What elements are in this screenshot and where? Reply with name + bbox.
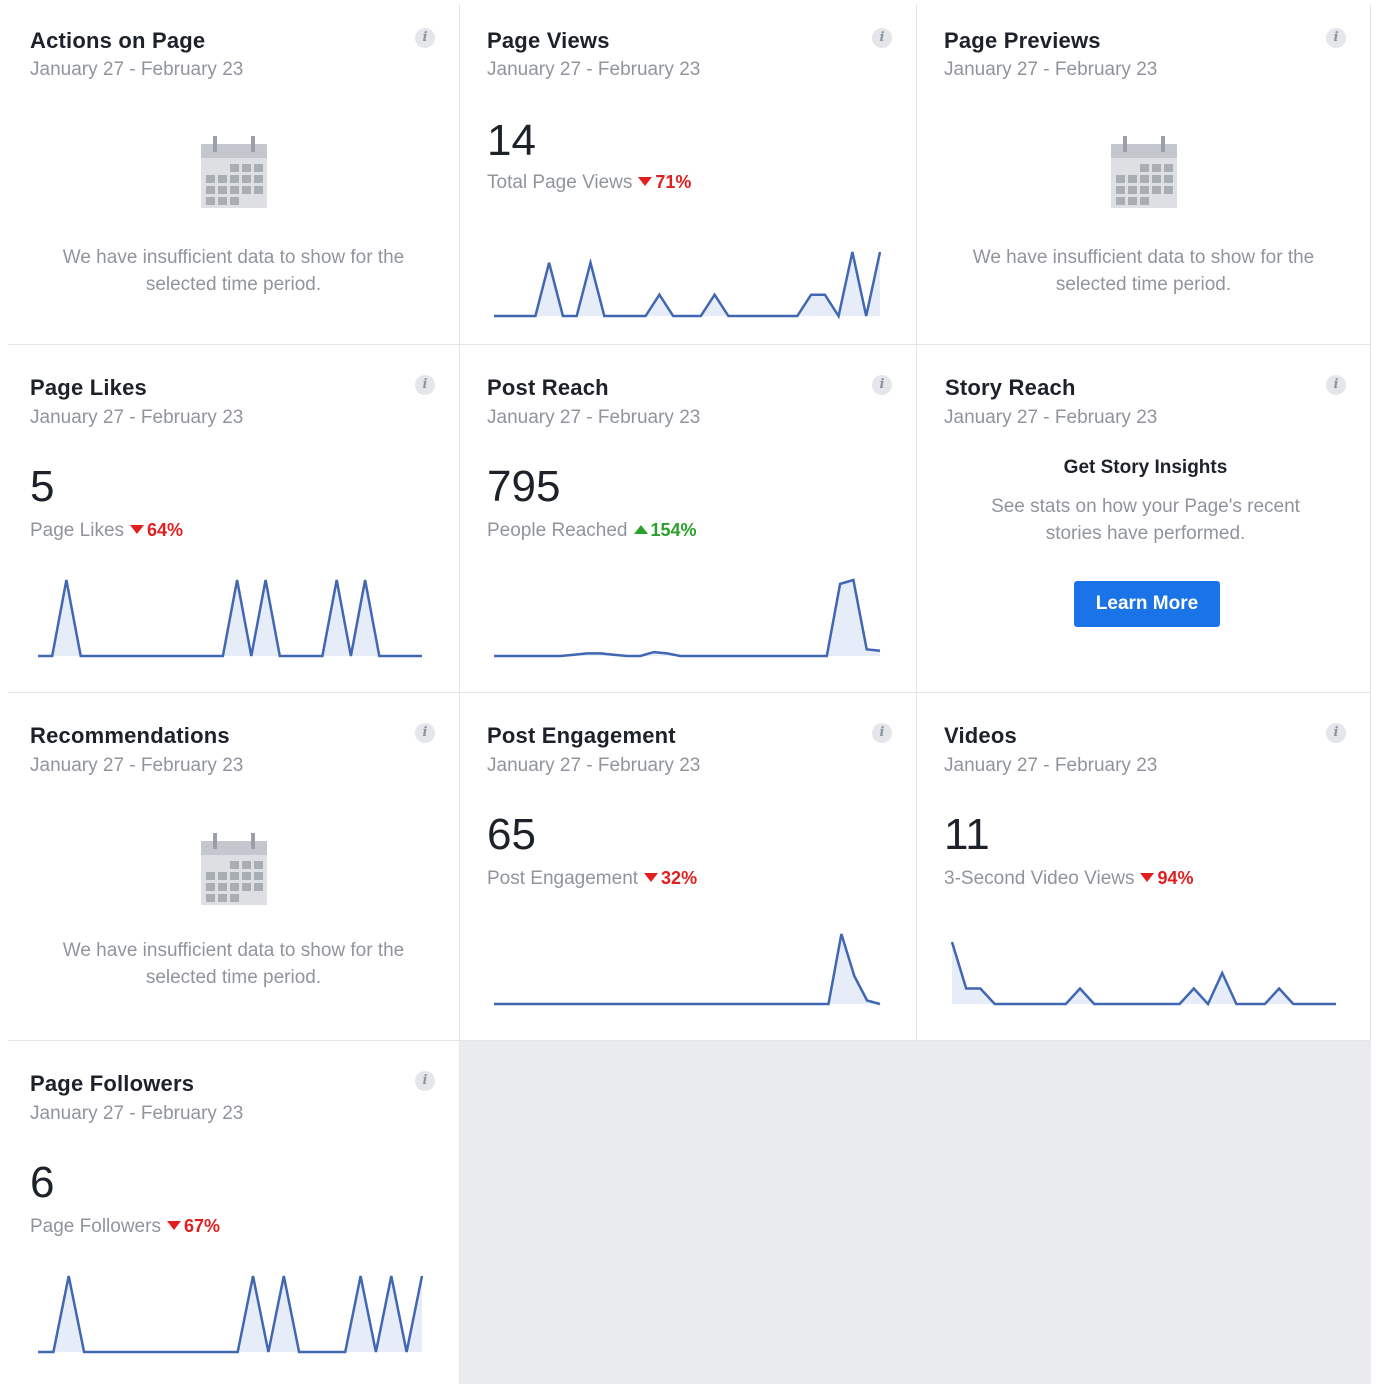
card-page-views: Page Views January 27 - February 23 i 14… — [460, 4, 917, 345]
down-arrow-icon — [638, 176, 653, 186]
card-page-followers: Page Followers January 27 - February 23 … — [8, 1041, 460, 1384]
metric-label-row: Page Likes 64% — [30, 520, 183, 542]
down-arrow-icon — [1140, 872, 1155, 882]
insufficient-data-message: We have insufficient data to show for th… — [62, 247, 405, 295]
info-icon[interactable]: i — [415, 28, 435, 48]
date-range: January 27 - February 23 — [30, 1103, 244, 1124]
sparkline-chart — [494, 931, 880, 1007]
info-icon[interactable]: i — [415, 375, 435, 395]
card-title: Recommendations — [30, 723, 230, 748]
info-icon[interactable]: i — [415, 723, 435, 743]
metric-value: 6 — [30, 1158, 55, 1207]
card-title: Story Reach — [945, 375, 1076, 400]
calendar-icon — [200, 134, 268, 215]
card-videos: Videos January 27 - February 23 i 11 3-S… — [917, 693, 1371, 1041]
up-arrow-icon — [633, 524, 648, 534]
metric-label: People Reached — [487, 520, 628, 541]
card-title: Actions on Page — [30, 28, 206, 53]
sparkline-area — [494, 580, 880, 656]
change-indicator: 64% — [130, 520, 183, 540]
card-title: Page Views — [487, 28, 610, 53]
metric-label: Page Likes — [30, 520, 125, 541]
card-post-engagement: Post Engagement January 27 - February 23… — [460, 693, 917, 1041]
date-range: January 27 - February 23 — [944, 755, 1158, 776]
card-story-reach: Story Reach January 27 - February 23 i G… — [917, 345, 1371, 693]
story-insights-description: See stats on how your Page's recent stor… — [991, 496, 1300, 544]
card-page-previews: Page Previews January 27 - February 23 i… — [917, 4, 1371, 345]
card-title: Page Likes — [30, 375, 147, 400]
info-icon[interactable]: i — [872, 28, 892, 48]
sparkline-area — [494, 252, 880, 316]
metric-label: Page Followers — [30, 1216, 161, 1237]
metric-label: 3-Second Video Views — [944, 868, 1135, 889]
change-indicator: 67% — [166, 1216, 220, 1236]
metric-label-row: Page Followers 67% — [30, 1216, 220, 1238]
metric-value: 795 — [487, 462, 561, 511]
insufficient-data-message: We have insufficient data to show for th… — [972, 247, 1315, 295]
change-indicator: 32% — [644, 868, 697, 888]
info-icon[interactable]: i — [872, 723, 892, 743]
insufficient-data-message: We have insufficient data to show for th… — [62, 940, 405, 988]
sparkline-chart — [494, 249, 880, 319]
sparkline-chart — [38, 577, 422, 659]
sparkline-series — [494, 580, 880, 656]
sparkline-area — [952, 942, 1336, 1004]
date-range: January 27 - February 23 — [944, 407, 1158, 428]
metric-label-row: Total Page Views 71% — [487, 172, 691, 194]
date-range: January 27 - February 23 — [30, 407, 244, 428]
card-post-reach: Post Reach January 27 - February 23 i 79… — [460, 345, 917, 693]
date-range: January 27 - February 23 — [487, 755, 701, 776]
sparkline-area — [38, 1276, 422, 1352]
card-title: Post Reach — [487, 375, 609, 400]
card-title: Videos — [944, 723, 1017, 748]
metric-value: 11 — [944, 810, 990, 859]
date-range: January 27 - February 23 — [30, 755, 244, 776]
info-icon[interactable]: i — [1326, 28, 1346, 48]
card-title: Post Engagement — [487, 723, 676, 748]
change-indicator: 71% — [638, 172, 691, 192]
metric-label: Post Engagement — [487, 868, 639, 889]
card-title: Page Followers — [30, 1071, 195, 1096]
down-arrow-icon — [644, 872, 659, 882]
sparkline-chart — [494, 577, 880, 659]
metric-label: Total Page Views — [487, 172, 633, 193]
card-page-likes: Page Likes January 27 - February 23 i 5 … — [8, 345, 460, 693]
down-arrow-icon — [166, 1220, 181, 1230]
sparkline-series — [494, 934, 880, 1004]
info-icon[interactable]: i — [1326, 375, 1346, 395]
sparkline-area — [494, 934, 880, 1004]
sparkline-chart — [38, 1273, 422, 1355]
info-icon[interactable]: i — [1326, 723, 1346, 743]
metric-value: 65 — [487, 810, 536, 859]
down-arrow-icon — [130, 524, 145, 534]
metric-label-row: 3-Second Video Views 94% — [944, 868, 1194, 890]
change-indicator: 94% — [1140, 868, 1194, 888]
metric-label-row: People Reached 154% — [487, 520, 697, 542]
metric-value: 5 — [30, 462, 55, 511]
date-range: January 27 - February 23 — [30, 59, 244, 80]
date-range: January 27 - February 23 — [487, 59, 701, 80]
metric-value: 14 — [487, 116, 536, 165]
sparkline-chart — [952, 939, 1336, 1007]
calendar-icon — [1110, 134, 1178, 215]
info-icon[interactable]: i — [415, 1071, 435, 1091]
card-recommendations: Recommendations January 27 - February 23… — [8, 693, 460, 1041]
card-actions-on-page: Actions on Page January 27 - February 23… — [8, 4, 460, 345]
story-insights-heading: Get Story Insights — [1063, 457, 1228, 478]
date-range: January 27 - February 23 — [944, 59, 1158, 80]
info-icon[interactable]: i — [872, 375, 892, 395]
change-indicator: 154% — [633, 520, 697, 540]
learn-more-button[interactable]: Learn More — [1074, 581, 1220, 627]
card-title: Page Previews — [944, 28, 1101, 53]
date-range: January 27 - February 23 — [487, 407, 701, 428]
metric-label-row: Post Engagement 32% — [487, 868, 697, 890]
calendar-icon — [200, 831, 268, 912]
